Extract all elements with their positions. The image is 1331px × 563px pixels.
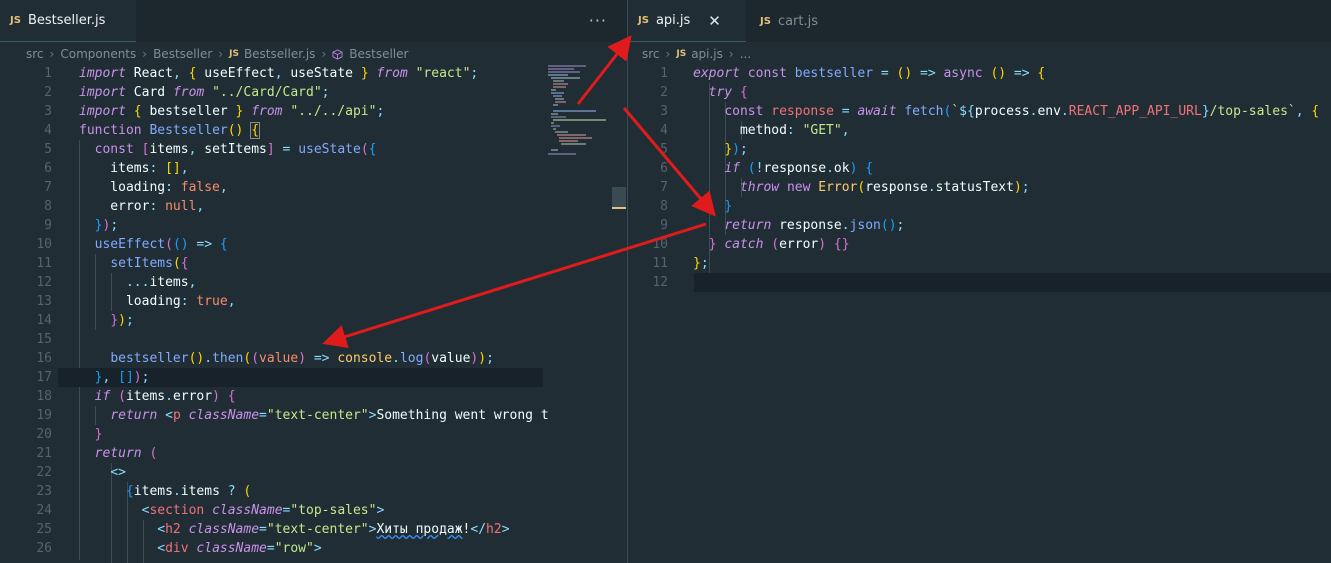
annotation-arrow xyxy=(322,222,707,349)
annotation-arrow xyxy=(622,107,716,217)
annotation-arrow xyxy=(576,35,632,105)
annotation-arrows xyxy=(322,35,716,349)
